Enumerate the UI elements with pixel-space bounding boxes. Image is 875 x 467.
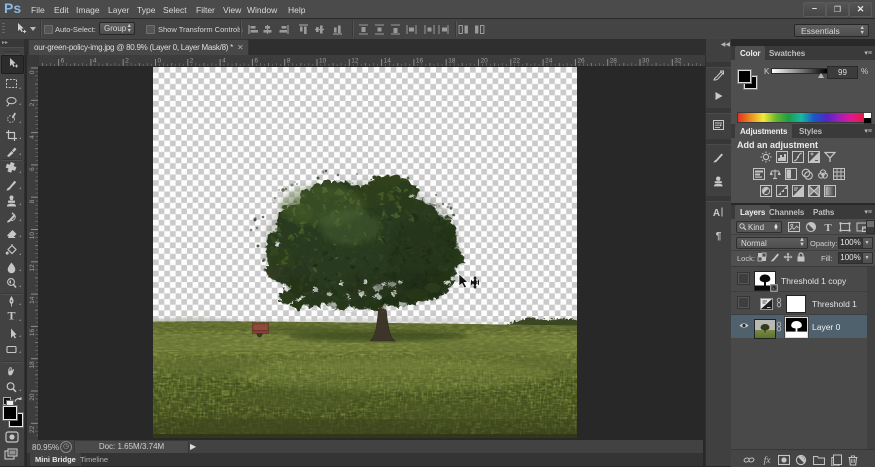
svg-text:4: 4	[93, 58, 97, 65]
svg-text:T: T	[7, 309, 15, 322]
svg-text:12: 12	[351, 58, 359, 65]
svg-text:32: 32	[674, 58, 682, 65]
svg-text:26: 26	[577, 58, 585, 65]
svg-text:4: 4	[222, 58, 226, 65]
svg-text:fx: fx	[764, 455, 772, 466]
svg-text:10: 10	[319, 58, 327, 65]
svg-text:0: 0	[158, 58, 162, 65]
svg-text:22: 22	[29, 425, 36, 433]
svg-text:T: T	[824, 222, 832, 233]
svg-text:18: 18	[29, 361, 36, 369]
svg-text:8: 8	[287, 58, 291, 65]
svg-text:18: 18	[448, 58, 456, 65]
svg-text:10: 10	[29, 232, 36, 240]
svg-text:2: 2	[190, 58, 194, 65]
svg-text:22: 22	[513, 58, 521, 65]
svg-text:0: 0	[29, 70, 36, 74]
svg-text:6: 6	[61, 58, 65, 65]
svg-text:6: 6	[254, 58, 258, 65]
svg-text:20: 20	[481, 58, 489, 65]
svg-text:A: A	[713, 208, 720, 218]
svg-text:14: 14	[384, 58, 392, 65]
svg-text:16: 16	[416, 58, 424, 65]
svg-text:2: 2	[29, 102, 36, 106]
svg-text:14: 14	[29, 296, 36, 304]
svg-text:8: 8	[29, 199, 36, 203]
svg-text:¶: ¶	[716, 231, 722, 241]
svg-text:16: 16	[29, 329, 36, 337]
svg-text:30: 30	[642, 58, 650, 65]
svg-text:20: 20	[29, 393, 36, 401]
svg-text:2: 2	[125, 58, 129, 65]
svg-text:12: 12	[29, 264, 36, 272]
svg-text:28: 28	[610, 58, 618, 65]
svg-text:4: 4	[29, 135, 36, 139]
svg-text:6: 6	[29, 167, 36, 171]
svg-text:24: 24	[545, 58, 553, 65]
